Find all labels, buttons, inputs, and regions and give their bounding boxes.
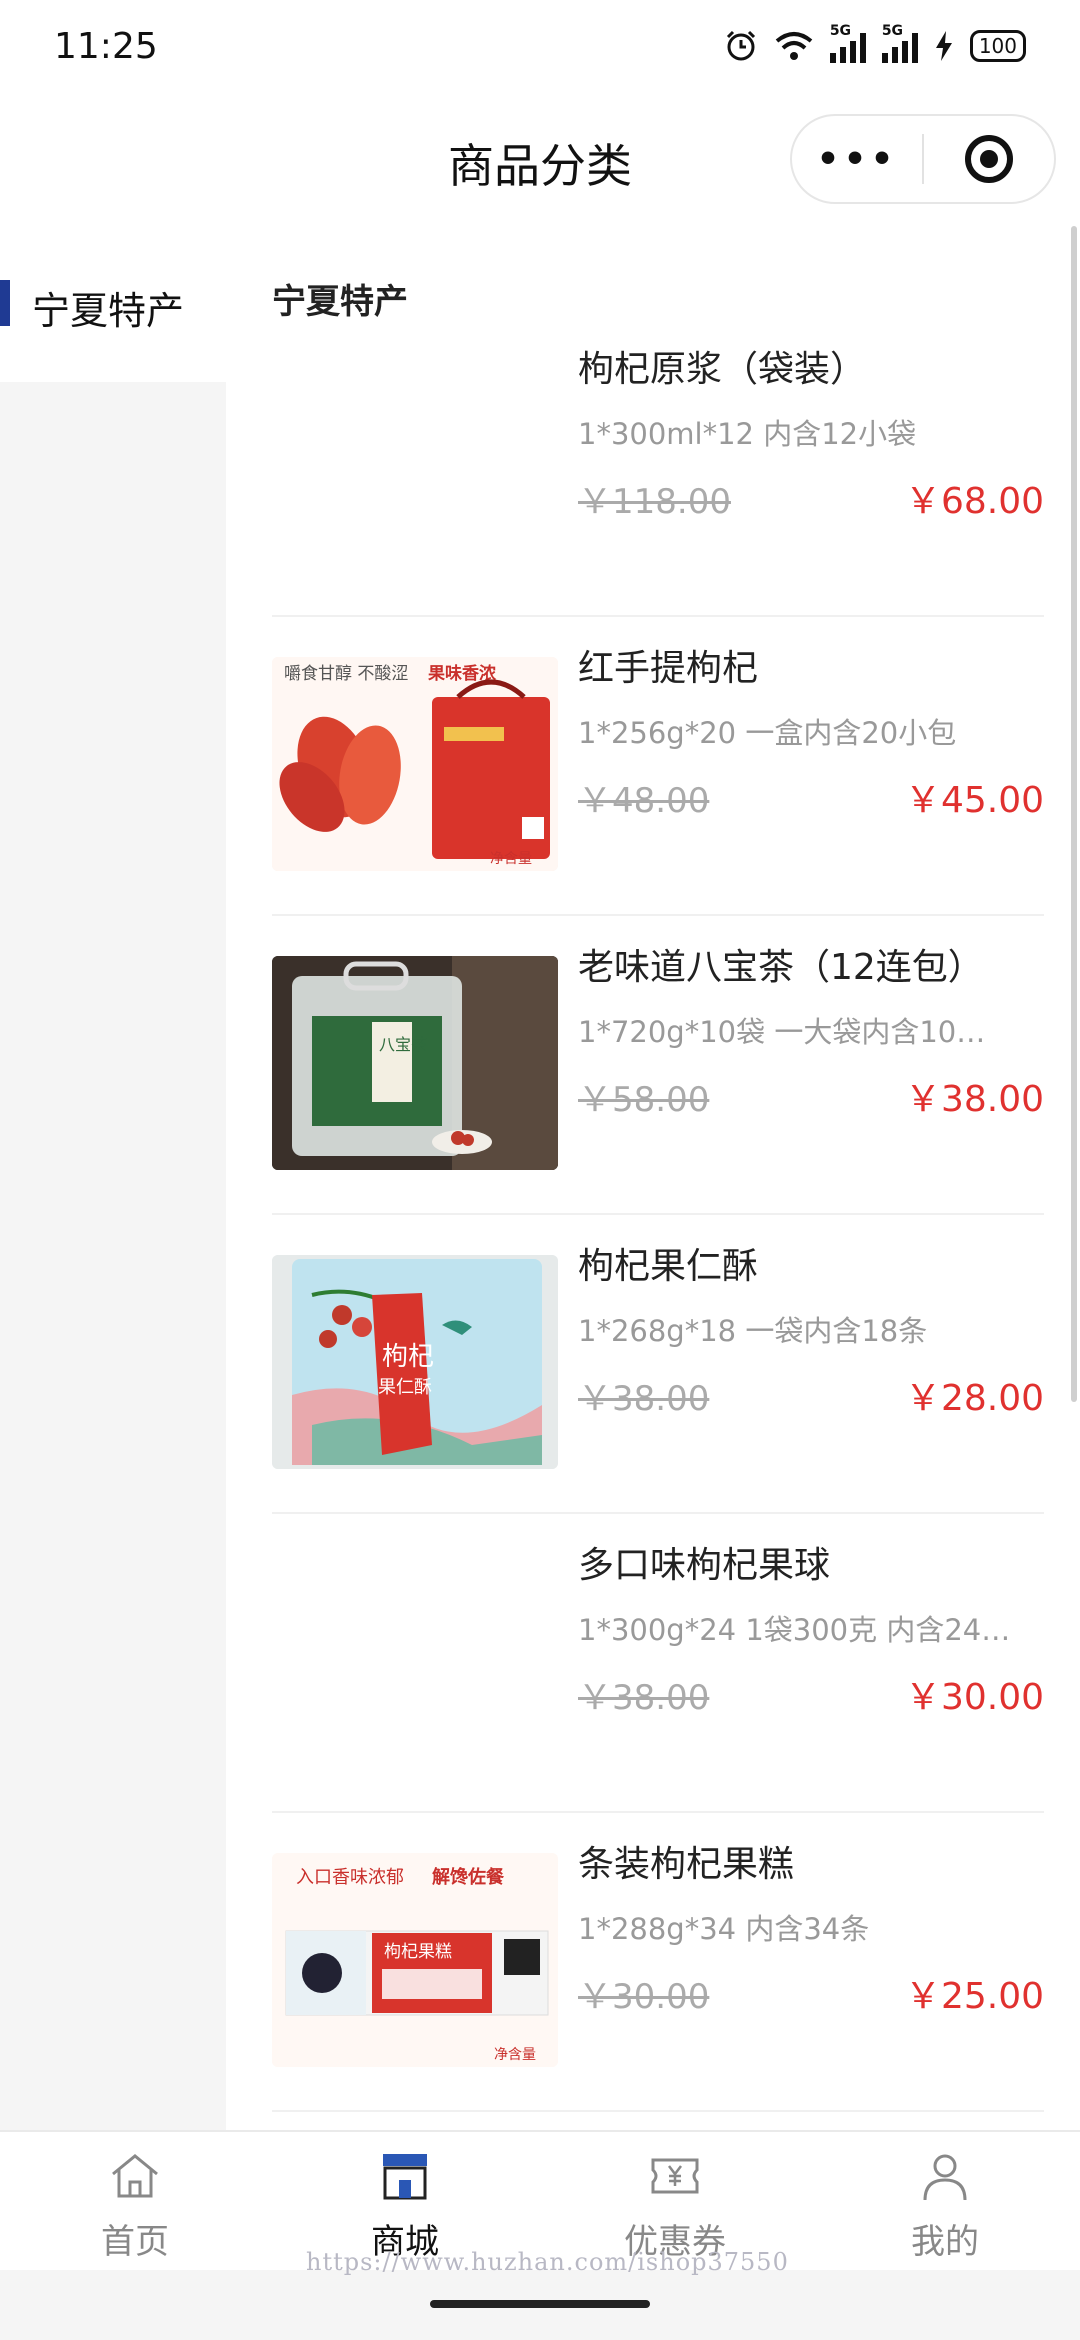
image-text: 入口香味浓郁	[296, 1867, 404, 1888]
sale-price: ￥68.00	[904, 481, 1044, 522]
more-dots-icon[interactable]: •••	[792, 139, 922, 180]
product-spec: 1*300ml*12 内含12小袋	[578, 417, 917, 451]
product-card[interactable]: 八宝茶 老味道八宝茶（12连包） 1*720g*10袋 一大袋内含10… ￥58…	[272, 916, 1044, 1215]
product-name: 条装枸杞果糕	[578, 1844, 795, 1885]
product-card[interactable]: 多口味枸杞果球 1*300g*24 1袋300克 内含24… ￥38.00 ￥3…	[272, 1514, 1044, 1813]
image-text: 净含量	[494, 2047, 536, 2063]
active-indicator	[0, 280, 10, 326]
original-price: ￥118.00	[578, 482, 731, 522]
product-card[interactable]: 嚼食甘醇 不酸涩 果味香浓 净含量 红手提枸杞 1*256g*20 一盒内含20…	[272, 617, 1044, 916]
sale-price: ￥30.00	[904, 1677, 1044, 1718]
tab-label: 我的	[911, 2222, 979, 2262]
product-spec: 1*288g*34 内含34条	[578, 1912, 870, 1946]
home-icon	[112, 2154, 158, 2198]
section-title: 宁夏特产	[272, 282, 408, 322]
product-spec: 1*300g*24 1袋300克 内含24…	[578, 1613, 1011, 1647]
product-image: 嚼食甘醇 不酸涩 果味香浓 净含量	[272, 657, 558, 871]
sale-price: ￥45.00	[904, 780, 1044, 821]
status-icons: 5G 5G 100	[724, 23, 1026, 63]
product-image: 枸杞 果仁酥	[272, 1255, 558, 1469]
sidebar-item-ningxia[interactable]: 宁夏特产	[0, 232, 226, 382]
product-spec: 1*268g*18 一袋内含18条	[578, 1314, 928, 1348]
signal-icon-1: 5G	[829, 23, 866, 63]
alarm-icon	[726, 30, 755, 61]
tab-mine[interactable]: 我的	[810, 2132, 1080, 2270]
product-name: 多口味枸杞果球	[578, 1545, 831, 1586]
coupon-icon	[651, 2158, 699, 2194]
home-indicator[interactable]	[430, 2300, 650, 2308]
close-target-button[interactable]	[924, 135, 1054, 183]
original-price: ￥30.00	[578, 1977, 710, 2017]
product-card[interactable]: 枸杞 果仁酥 枸杞果仁酥 1*268g*18 一袋内含18条 ￥38.00 ￥2…	[272, 1215, 1044, 1514]
wifi-icon	[775, 32, 813, 60]
product-name: 老味道八宝茶（12连包）	[578, 947, 984, 988]
original-price: ￥38.00	[578, 1379, 710, 1419]
nav-bar: 商品分类 •••	[0, 92, 1080, 232]
sale-price: ￥25.00	[904, 1976, 1044, 2017]
watermark: https://www.huzhan.com/ishop37550	[306, 2248, 789, 2276]
product-card[interactable]: 枸杞原浆（袋装） 1*300ml*12 内含12小袋 ￥118.00 ￥68.0…	[272, 318, 1044, 617]
sidebar-item-label: 宁夏特产	[32, 289, 185, 333]
product-image: 八宝茶	[272, 956, 558, 1170]
image-text: 果仁酥	[378, 1377, 432, 1398]
status-bar: 11:25 5G 5G 100	[0, 0, 1080, 92]
image-text: 嚼食甘醇 不酸涩	[284, 664, 408, 684]
charging-icon	[935, 31, 952, 61]
target-icon	[964, 135, 1013, 183]
product-image: 入口香味浓郁 解馋佐餐 枸杞果糕 净含量	[272, 1853, 558, 2067]
tab-home[interactable]: 首页	[0, 2132, 270, 2270]
image-text: 解馋佐餐	[432, 1866, 505, 1888]
image-text: 枸杞果糕	[384, 1942, 452, 1962]
product-spec: 1*256g*20 一盒内含20小包	[578, 716, 957, 750]
category-sidebar: 宁夏特产	[0, 232, 226, 2130]
product-name: 枸杞果仁酥	[578, 1246, 759, 1287]
product-card[interactable]: 入口香味浓郁 解馋佐餐 枸杞果糕 净含量 条装枸杞果糕 1*288g*34 内含…	[272, 1813, 1044, 2112]
signal-icon-2: 5G	[881, 23, 918, 63]
product-image-placeholder	[272, 358, 558, 572]
sale-price: ￥28.00	[904, 1378, 1044, 1419]
original-price: ￥38.00	[578, 1678, 710, 1718]
tab-label: 首页	[101, 2222, 169, 2262]
product-name: 红手提枸杞	[578, 648, 759, 689]
battery-icon: 100	[969, 30, 1026, 62]
original-price: ￥48.00	[578, 781, 710, 821]
mini-program-capsule: •••	[790, 114, 1056, 204]
product-name: 枸杞原浆（袋装）	[578, 349, 867, 390]
sale-price: ￥38.00	[904, 1079, 1044, 1120]
original-price: ￥58.00	[578, 1080, 710, 1120]
product-image-placeholder	[272, 1554, 558, 1768]
store-icon	[383, 2154, 427, 2200]
product-list: 宁夏特产 枸杞原浆（袋装） 1*300ml*12 内含12小袋 ￥118.00 …	[226, 232, 1080, 2130]
image-text: 净含量	[490, 851, 532, 867]
image-text: 枸杞	[382, 1342, 434, 1372]
status-time: 11:25	[54, 25, 158, 67]
image-text: 八宝茶	[379, 1035, 427, 1054]
user-icon	[923, 2154, 967, 2201]
product-spec: 1*720g*10袋 一大袋内含10…	[578, 1015, 986, 1049]
scrollbar[interactable]	[1071, 226, 1077, 1402]
